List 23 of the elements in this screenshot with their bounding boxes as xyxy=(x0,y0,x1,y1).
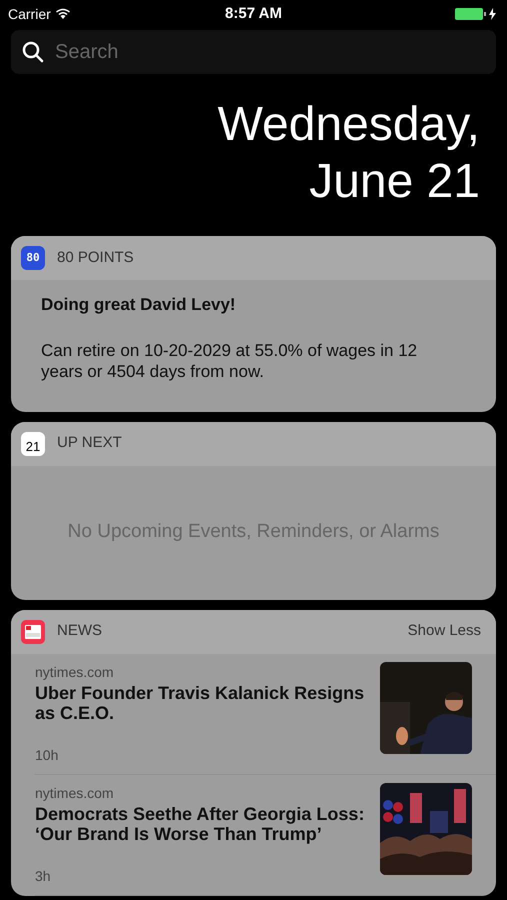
search-icon xyxy=(21,40,45,64)
news-headline[interactable]: Democrats Seethe After Georgia Loss: ‘Our Brand Is Worse Than Trump’ xyxy=(35,804,368,844)
news-age: 10h xyxy=(35,746,60,764)
search-field[interactable]: Search xyxy=(11,30,496,74)
app-icon: 80 xyxy=(21,246,45,270)
widget-title: UP NEXT xyxy=(57,433,123,454)
retirement-text: Can retire on 10-20-2029 at 55.0% of wages in 12 years or 4504 days from now. xyxy=(41,340,418,382)
newspaper-icon xyxy=(21,620,45,644)
date-weekday: Wednesday, xyxy=(218,97,480,153)
news-source: nytimes.com xyxy=(35,662,115,682)
calendar-icon: 21 xyxy=(21,432,45,456)
carrier-label: Carrier xyxy=(8,4,51,24)
wifi-icon xyxy=(54,8,71,20)
show-less-button[interactable]: Show Less xyxy=(408,620,486,643)
widget-title: NEWS xyxy=(57,621,103,642)
widget-title: 80 POINTS xyxy=(57,248,135,268)
clock-time: 8:57 AM xyxy=(225,4,282,24)
news-headline[interactable]: Uber Founder Travis Kalanick Resigns as C.E.O. xyxy=(35,682,368,722)
battery-icon xyxy=(455,7,499,21)
greeting-text: Doing great David Levy! xyxy=(41,294,237,316)
date-day: June 21 xyxy=(309,153,480,210)
news-source: nytimes.com xyxy=(35,784,115,803)
news-age: 3h xyxy=(35,866,52,886)
